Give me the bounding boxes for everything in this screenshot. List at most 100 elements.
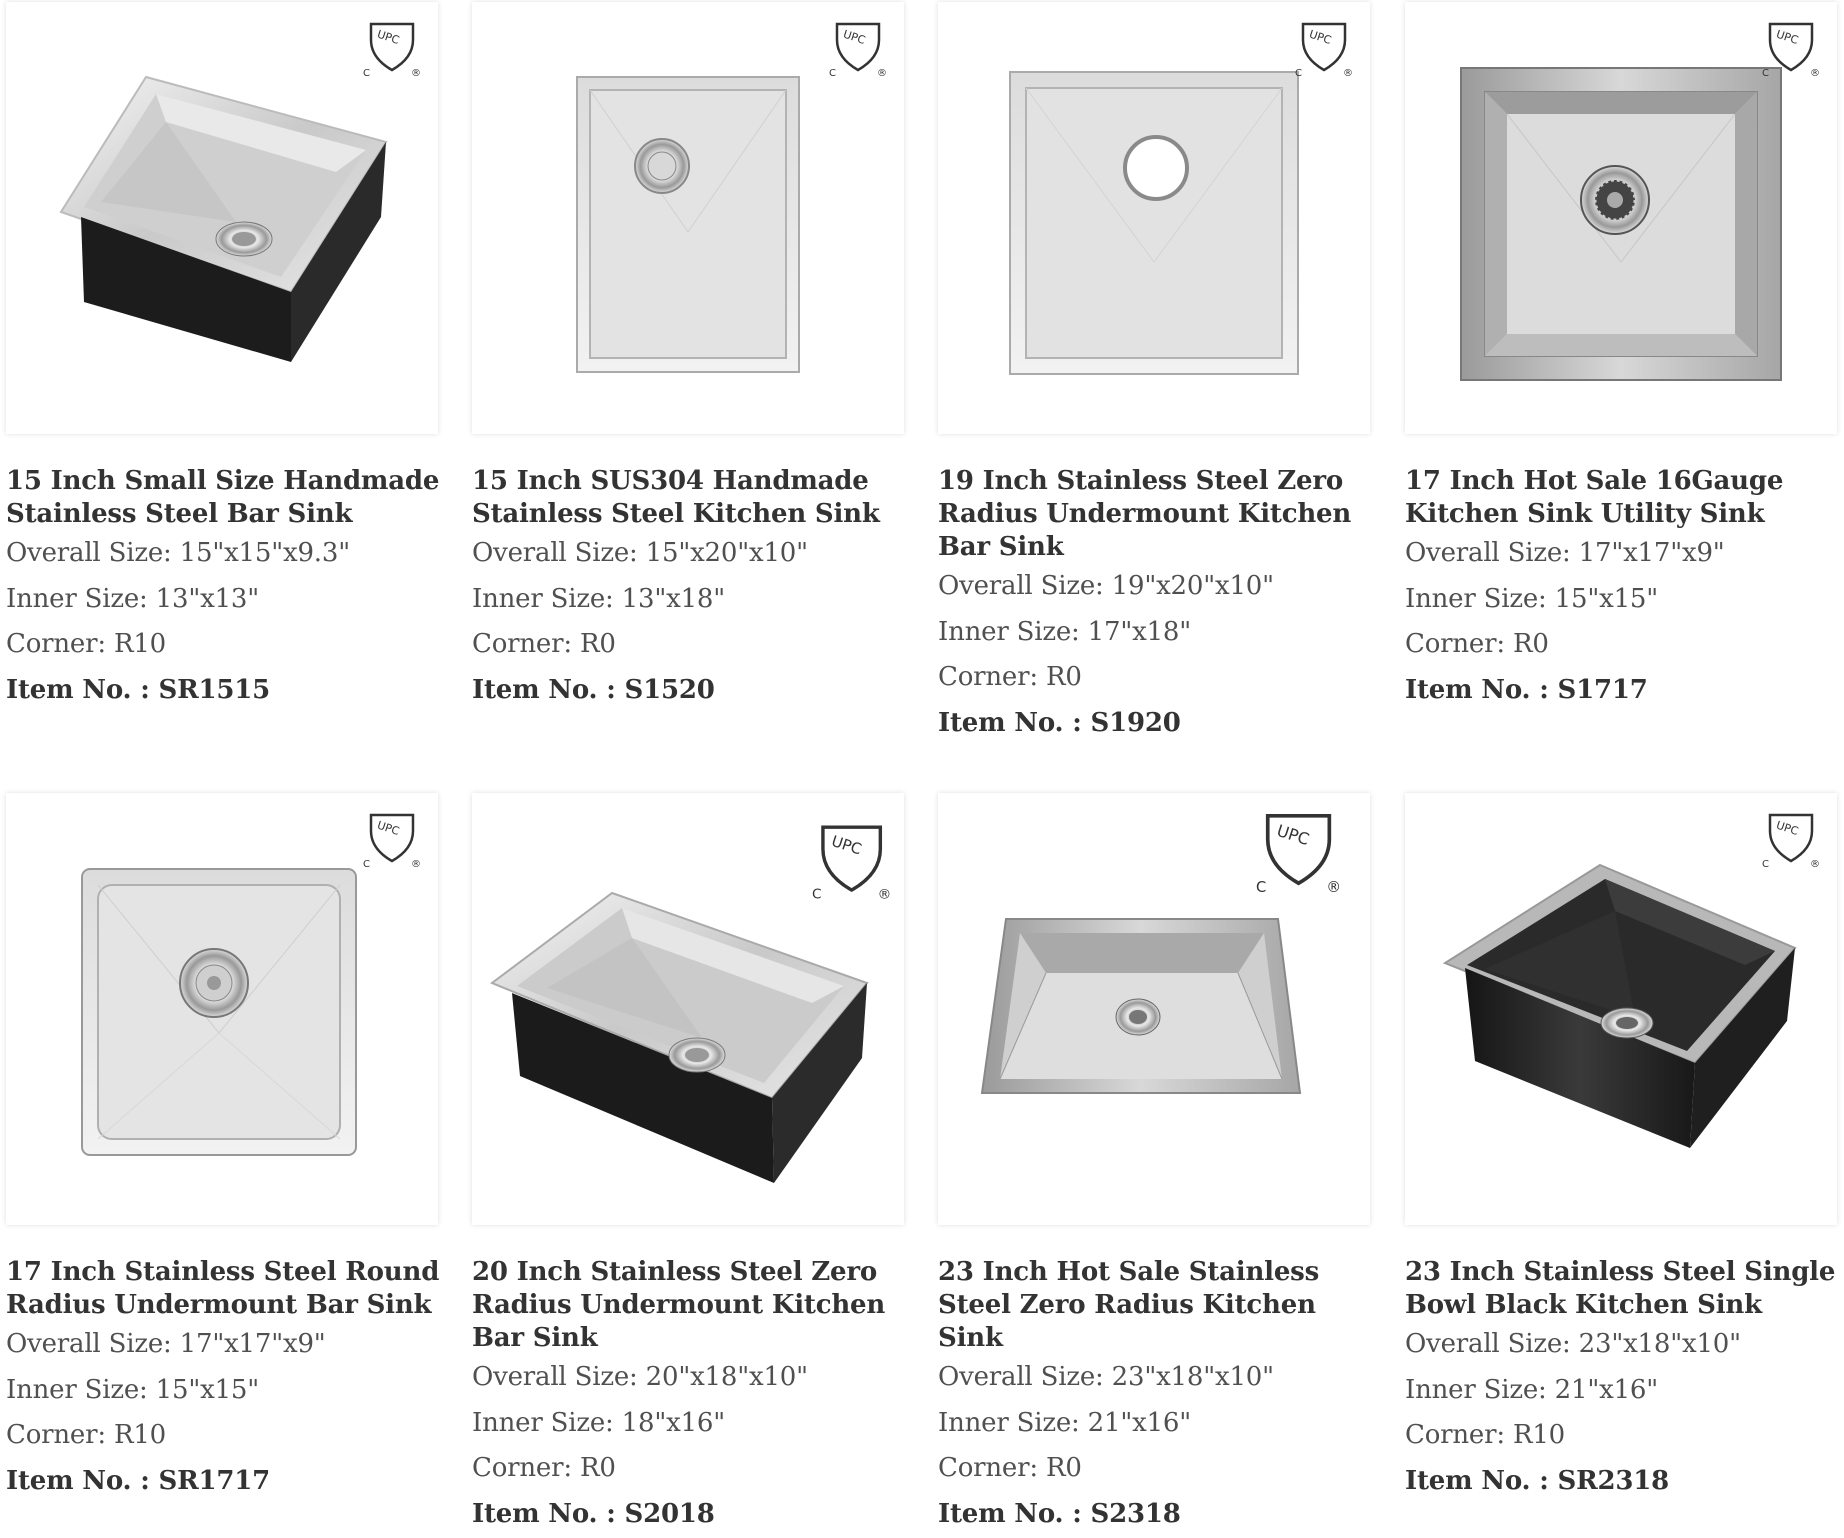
upc-certification-icon: UPC C ® — [1762, 813, 1820, 869]
svg-text:UPC: UPC — [376, 819, 402, 838]
product-title[interactable]: 15 Inch SUS304 Handmade Stainless Steel … — [472, 465, 912, 531]
inner-size: Inner Size: 18"x16" — [472, 1407, 726, 1438]
svg-text:®: ® — [1343, 68, 1353, 78]
svg-text:®: ® — [1326, 879, 1341, 895]
product-title[interactable]: 20 Inch Stainless Steel Zero Radius Unde… — [472, 1256, 912, 1355]
product-info: 17 Inch Hot Sale 16Gauge Kitchen Sink Ut… — [1405, 465, 1844, 713]
item-number-value: S2318 — [1090, 1498, 1181, 1529]
inner-size: Inner Size: 15"x15" — [6, 1374, 260, 1405]
item-number-label: Item No. : — [1405, 1465, 1549, 1496]
upc-certification-icon: UPC C ® — [363, 813, 421, 869]
svg-text:®: ® — [878, 886, 892, 901]
item-number-label: Item No. : — [1405, 674, 1549, 705]
corner-radius: Corner: R10 — [1405, 1420, 1566, 1450]
svg-text:UPC: UPC — [376, 28, 402, 47]
svg-text:®: ® — [1810, 859, 1820, 869]
product-image[interactable]: UPC C ® — [6, 2, 438, 434]
svg-text:C: C — [363, 859, 370, 869]
item-number-value: SR1717 — [158, 1465, 271, 1496]
upc-certification-icon: UPC C ® — [829, 22, 887, 78]
overall-size: Overall Size: 23"x18"x10" — [938, 1362, 1274, 1392]
item-number-value: S1920 — [1090, 707, 1181, 738]
svg-text:®: ® — [877, 68, 887, 78]
product-image[interactable]: UPC C ® — [1405, 2, 1837, 434]
item-number-value: SR2318 — [1557, 1465, 1670, 1496]
inner-size: Inner Size: 15"x15" — [1405, 583, 1659, 614]
item-number: Item No. : S2018 — [472, 1492, 912, 1538]
corner-radius: Corner: R10 — [6, 1420, 167, 1450]
svg-text:C: C — [1762, 859, 1769, 869]
svg-text:®: ® — [1810, 68, 1820, 78]
svg-text:C: C — [363, 68, 370, 78]
corner-radius: Corner: R10 — [6, 629, 167, 659]
item-number: Item No. : SR1717 — [6, 1459, 446, 1505]
product-title[interactable]: 15 Inch Small Size Handmade Stainless St… — [6, 465, 446, 531]
upc-certification-icon: UPC C ® — [1256, 813, 1341, 895]
upc-certification-icon: UPC C ® — [1762, 22, 1820, 78]
corner-radius: Corner: R0 — [1405, 629, 1549, 659]
product-info: 15 Inch SUS304 Handmade Stainless Steel … — [472, 465, 912, 713]
svg-text:UPC: UPC — [1308, 28, 1334, 47]
upc-certification-icon: UPC C ® — [1295, 22, 1353, 78]
overall-size: Overall Size: 17"x17"x9" — [6, 1329, 326, 1359]
svg-text:®: ® — [411, 859, 421, 869]
product-info: 19 Inch Stainless Steel Zero Radius Unde… — [938, 465, 1378, 746]
product-grid: UPC C ® 15 Inch Small Size Handmade Stai… — [0, 0, 1844, 1538]
inner-size: Inner Size: 21"x16" — [938, 1407, 1192, 1438]
overall-size: Overall Size: 23"x18"x10" — [1405, 1329, 1741, 1359]
item-number: Item No. : S2318 — [938, 1492, 1378, 1538]
corner-radius: Corner: R0 — [472, 629, 616, 659]
product-title[interactable]: 23 Inch Stainless Steel Single Bowl Blac… — [1405, 1256, 1844, 1322]
inner-size: Inner Size: 13"x18" — [472, 583, 726, 614]
product-info: 23 Inch Hot Sale Stainless Steel Zero Ra… — [938, 1256, 1378, 1537]
product-image[interactable]: UPC C ® — [472, 2, 904, 434]
item-number: Item No. : S1717 — [1405, 668, 1844, 714]
svg-text:C: C — [1762, 68, 1769, 78]
item-number: Item No. : S1920 — [938, 701, 1378, 747]
product-title[interactable]: 17 Inch Hot Sale 16Gauge Kitchen Sink Ut… — [1405, 465, 1844, 531]
product-image[interactable]: UPC C ® — [6, 793, 438, 1225]
item-number: Item No. : SR1515 — [6, 668, 446, 714]
item-number-label: Item No. : — [472, 1498, 616, 1529]
item-number: Item No. : S1520 — [472, 668, 912, 714]
upc-certification-icon: UPC C ® — [812, 825, 892, 901]
item-number-value: SR1515 — [158, 674, 271, 705]
item-number-label: Item No. : — [472, 674, 616, 705]
product-image[interactable]: UPC C ® — [938, 793, 1370, 1225]
corner-radius: Corner: R0 — [938, 662, 1082, 692]
svg-text:C: C — [829, 68, 836, 78]
product-info: 17 Inch Stainless Steel Round Radius Und… — [6, 1256, 446, 1504]
inner-size: Inner Size: 21"x16" — [1405, 1374, 1659, 1405]
product-info: 23 Inch Stainless Steel Single Bowl Blac… — [1405, 1256, 1844, 1504]
svg-text:UPC: UPC — [1775, 28, 1801, 47]
overall-size: Overall Size: 15"x15"x9.3" — [6, 538, 350, 568]
product-title[interactable]: 23 Inch Hot Sale Stainless Steel Zero Ra… — [938, 1256, 1378, 1355]
item-number-value: S1520 — [624, 674, 715, 705]
product-title[interactable]: 17 Inch Stainless Steel Round Radius Und… — [6, 1256, 446, 1322]
item-number-label: Item No. : — [938, 1498, 1082, 1529]
product-image[interactable]: UPC C ® — [472, 793, 904, 1225]
svg-text:C: C — [1295, 68, 1302, 78]
product-image[interactable]: UPC C ® — [1405, 793, 1837, 1225]
item-number: Item No. : SR2318 — [1405, 1459, 1844, 1505]
product-title[interactable]: 19 Inch Stainless Steel Zero Radius Unde… — [938, 465, 1378, 564]
inner-size: Inner Size: 13"x13" — [6, 583, 260, 614]
product-image[interactable]: UPC C ® — [938, 2, 1370, 434]
svg-text:UPC: UPC — [829, 832, 864, 859]
item-number-label: Item No. : — [938, 707, 1082, 738]
overall-size: Overall Size: 20"x18"x10" — [472, 1362, 808, 1392]
svg-text:UPC: UPC — [842, 28, 868, 47]
overall-size: Overall Size: 15"x20"x10" — [472, 538, 808, 568]
item-number-value: S1717 — [1557, 674, 1648, 705]
item-number-value: S2018 — [624, 1498, 715, 1529]
svg-text:®: ® — [411, 68, 421, 78]
product-info: 20 Inch Stainless Steel Zero Radius Unde… — [472, 1256, 912, 1537]
item-number-label: Item No. : — [6, 1465, 150, 1496]
overall-size: Overall Size: 19"x20"x10" — [938, 571, 1274, 601]
overall-size: Overall Size: 17"x17"x9" — [1405, 538, 1725, 568]
inner-size: Inner Size: 17"x18" — [938, 616, 1192, 647]
product-info: 15 Inch Small Size Handmade Stainless St… — [6, 465, 446, 713]
item-number-label: Item No. : — [6, 674, 150, 705]
svg-text:UPC: UPC — [1775, 819, 1801, 838]
svg-text:C: C — [812, 886, 822, 901]
